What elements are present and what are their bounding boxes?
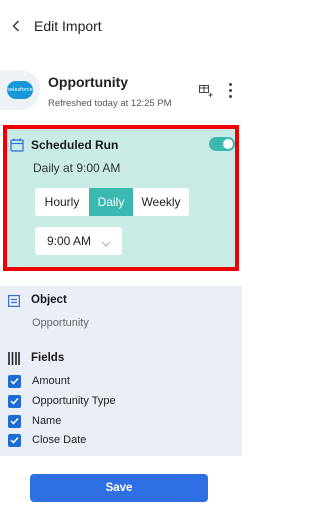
frequency-daily-button[interactable]: Daily [89,188,133,216]
field-item-name[interactable]: Name [8,414,61,428]
scheduled-run-panel: Scheduled Run Daily at 9:00 AM Hourly Da… [3,125,239,271]
field-label: Opportunity Type [32,395,116,407]
field-label: Name [32,415,62,427]
calendar-icon [10,138,24,152]
refreshed-timestamp: Refreshed today at 12:25 PM [48,98,172,109]
salesforce-cloud-icon: salesforce [7,81,33,99]
header-bar: Edit Import [0,0,242,52]
scheduled-run-title: Scheduled Run [31,138,119,152]
scheduled-run-toggle[interactable] [209,137,235,151]
schedule-summary: Daily at 9:00 AM [33,161,121,175]
checkbox-checked-icon[interactable] [8,414,21,428]
field-label: Amount [32,375,70,387]
field-item-close-date[interactable]: Close Date [8,433,86,447]
time-select[interactable]: 9:00 AM [35,227,122,255]
frequency-segmented-control: Hourly Daily Weekly [35,188,189,216]
source-name: Opportunity [48,74,129,90]
checkbox-checked-icon[interactable] [8,374,21,388]
field-item-amount[interactable]: Amount [8,374,70,388]
object-title: Object [31,294,67,306]
more-options-icon[interactable] [226,83,234,99]
salesforce-logo: salesforce [0,70,40,110]
field-label: Close Date [32,434,87,446]
table-grid-icon[interactable] [199,84,213,97]
chevron-down-icon [101,237,111,247]
save-button[interactable]: Save [30,474,208,502]
checkbox-checked-icon[interactable] [8,433,21,447]
object-fields-card: Object Opportunity Fields Amount Opportu… [0,286,242,456]
source-row: salesforce Opportunity Refreshed today a… [0,64,242,120]
fields-title: Fields [31,352,65,364]
object-value: Opportunity [32,317,89,329]
frequency-hourly-button[interactable]: Hourly [35,188,89,216]
frequency-weekly-button[interactable]: Weekly [133,188,189,216]
toggle-knob [223,139,233,149]
back-icon[interactable] [8,18,24,34]
time-select-value: 9:00 AM [47,234,92,248]
checkbox-checked-icon[interactable] [8,394,21,408]
object-icon [8,294,21,308]
page-title: Edit Import [34,18,102,34]
field-item-opportunity-type[interactable]: Opportunity Type [8,394,116,408]
fields-columns-icon [8,352,20,365]
